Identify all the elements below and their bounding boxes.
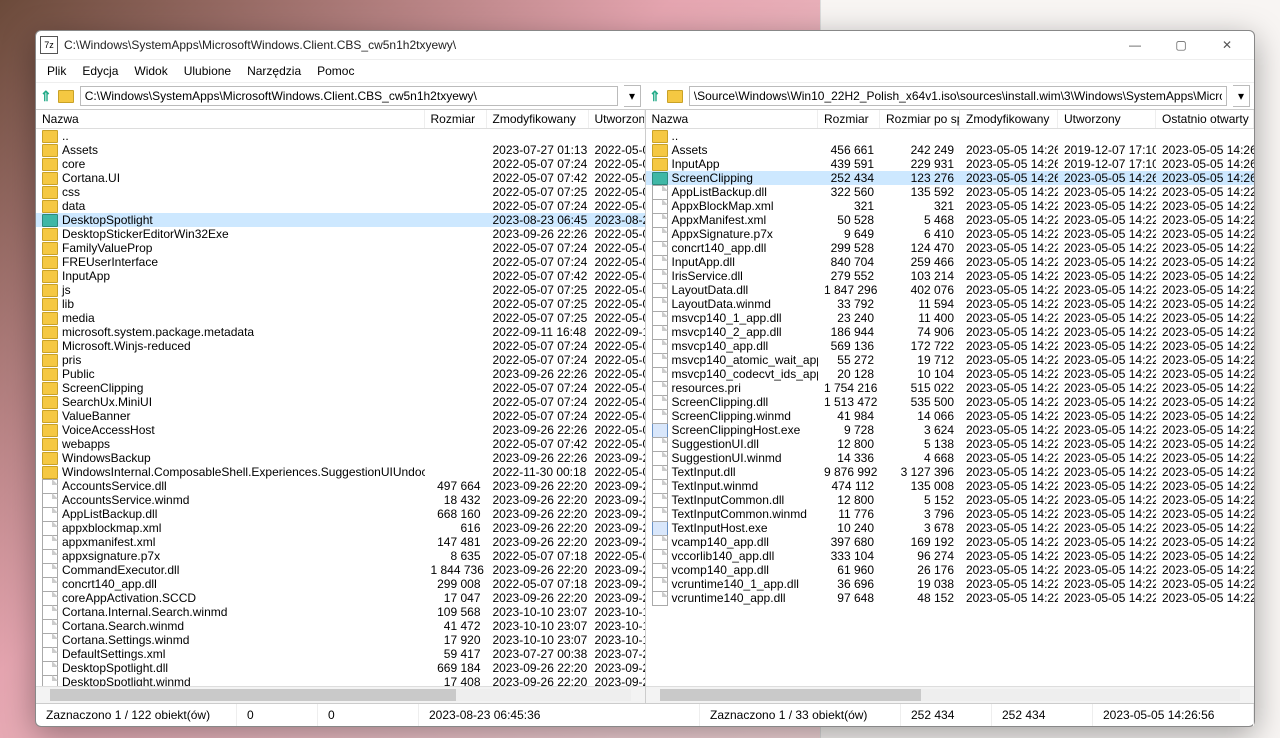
file-icon xyxy=(652,213,668,228)
menu-edycja[interactable]: Edycja xyxy=(75,62,125,80)
statusbar: Zaznaczono 1 / 122 obiekt(ów) 0 0 2023-0… xyxy=(36,703,1254,726)
file-icon xyxy=(42,661,58,676)
file-icon xyxy=(652,437,668,452)
file-icon xyxy=(652,255,668,270)
file-icon xyxy=(42,535,58,550)
folder-icon xyxy=(58,90,74,103)
h-scrollbar[interactable] xyxy=(646,686,1255,703)
menubar: PlikEdycjaWidokUlubioneNarzędziaPomoc xyxy=(36,60,1254,83)
file-icon xyxy=(652,339,668,354)
right-rows[interactable]: ..Assets456 661242 2492023-05-05 14:2620… xyxy=(646,129,1255,686)
right-headers[interactable]: Nazwa Rozmiar Rozmiar po sp... Zmodyfiko… xyxy=(646,110,1255,129)
menu-narzędzia[interactable]: Narzędzia xyxy=(240,62,308,80)
menu-pomoc[interactable]: Pomoc xyxy=(310,62,361,80)
file-icon xyxy=(652,367,668,382)
maximize-button[interactable]: ▢ xyxy=(1158,31,1204,59)
file-icon xyxy=(652,199,668,214)
file-icon xyxy=(652,283,668,298)
menu-ulubione[interactable]: Ulubione xyxy=(177,62,238,80)
file-icon xyxy=(652,479,668,494)
status-selection-right: Zaznaczono 1 / 33 obiekt(ów) xyxy=(700,704,901,726)
left-rows[interactable]: ..Assets2023-07-27 01:132022-05-0core202… xyxy=(36,129,645,686)
list-item[interactable]: DesktopSpotlight.winmd17 4082023-09-26 2… xyxy=(36,675,645,686)
file-icon xyxy=(652,381,668,396)
file-icon xyxy=(42,591,58,606)
file-icon xyxy=(652,311,668,326)
file-icon xyxy=(42,479,58,494)
file-icon xyxy=(652,549,668,564)
address-right: ⇑ ▾ xyxy=(645,83,1254,109)
left-headers[interactable]: Nazwa Rozmiar Zmodyfikowany Utworzony xyxy=(36,110,645,129)
close-button[interactable]: ✕ xyxy=(1204,31,1250,59)
file-icon xyxy=(652,269,668,284)
file-icon xyxy=(42,633,58,648)
path-input-left[interactable] xyxy=(80,86,618,106)
list-item[interactable]: vcruntime140_app.dll97 64848 1522023-05-… xyxy=(646,591,1255,605)
file-icon xyxy=(652,493,668,508)
app-icon: 7z xyxy=(40,36,58,54)
menu-plik[interactable]: Plik xyxy=(40,62,73,80)
path-input-right[interactable] xyxy=(689,86,1227,106)
left-panel: Nazwa Rozmiar Zmodyfikowany Utworzony ..… xyxy=(36,110,646,703)
file-icon xyxy=(42,619,58,634)
file-icon xyxy=(652,227,668,242)
file-icon xyxy=(652,241,668,256)
file-icon xyxy=(652,535,668,550)
file-icon xyxy=(652,451,668,466)
titlebar[interactable]: 7z C:\Windows\SystemApps\MicrosoftWindow… xyxy=(36,31,1254,60)
minimize-button[interactable]: — xyxy=(1112,31,1158,59)
file-icon xyxy=(42,675,58,687)
window-title: C:\Windows\SystemApps\MicrosoftWindows.C… xyxy=(64,38,1112,52)
file-icon xyxy=(652,395,668,410)
file-icon xyxy=(42,647,58,662)
file-icon xyxy=(652,577,668,592)
file-icon xyxy=(42,549,58,564)
file-icon xyxy=(652,563,668,578)
file-icon xyxy=(42,563,58,578)
file-icon xyxy=(652,507,668,522)
address-left: ⇑ ▾ xyxy=(36,83,645,109)
file-icon xyxy=(42,507,58,522)
file-icon xyxy=(42,605,58,620)
folder-icon xyxy=(667,90,683,103)
up-icon[interactable]: ⇑ xyxy=(649,88,661,105)
up-icon[interactable]: ⇑ xyxy=(40,88,52,105)
right-panel: Nazwa Rozmiar Rozmiar po sp... Zmodyfiko… xyxy=(646,110,1255,703)
file-icon xyxy=(42,493,58,508)
file-icon xyxy=(42,577,58,592)
file-icon xyxy=(652,185,668,200)
file-icon xyxy=(652,409,668,424)
file-icon xyxy=(42,521,58,536)
address-row: ⇑ ▾ ⇑ ▾ xyxy=(36,83,1254,110)
file-icon xyxy=(652,591,668,606)
menu-widok[interactable]: Widok xyxy=(127,62,174,80)
dropdown-icon[interactable]: ▾ xyxy=(1233,85,1250,107)
h-scrollbar[interactable] xyxy=(36,686,645,703)
file-icon xyxy=(652,465,668,480)
file-icon xyxy=(652,297,668,312)
file-icon xyxy=(652,325,668,340)
app-window: 7z C:\Windows\SystemApps\MicrosoftWindow… xyxy=(35,30,1255,727)
status-selection-left: Zaznaczono 1 / 122 obiekt(ów) xyxy=(36,704,237,726)
file-icon xyxy=(652,353,668,368)
dropdown-icon[interactable]: ▾ xyxy=(624,85,641,107)
